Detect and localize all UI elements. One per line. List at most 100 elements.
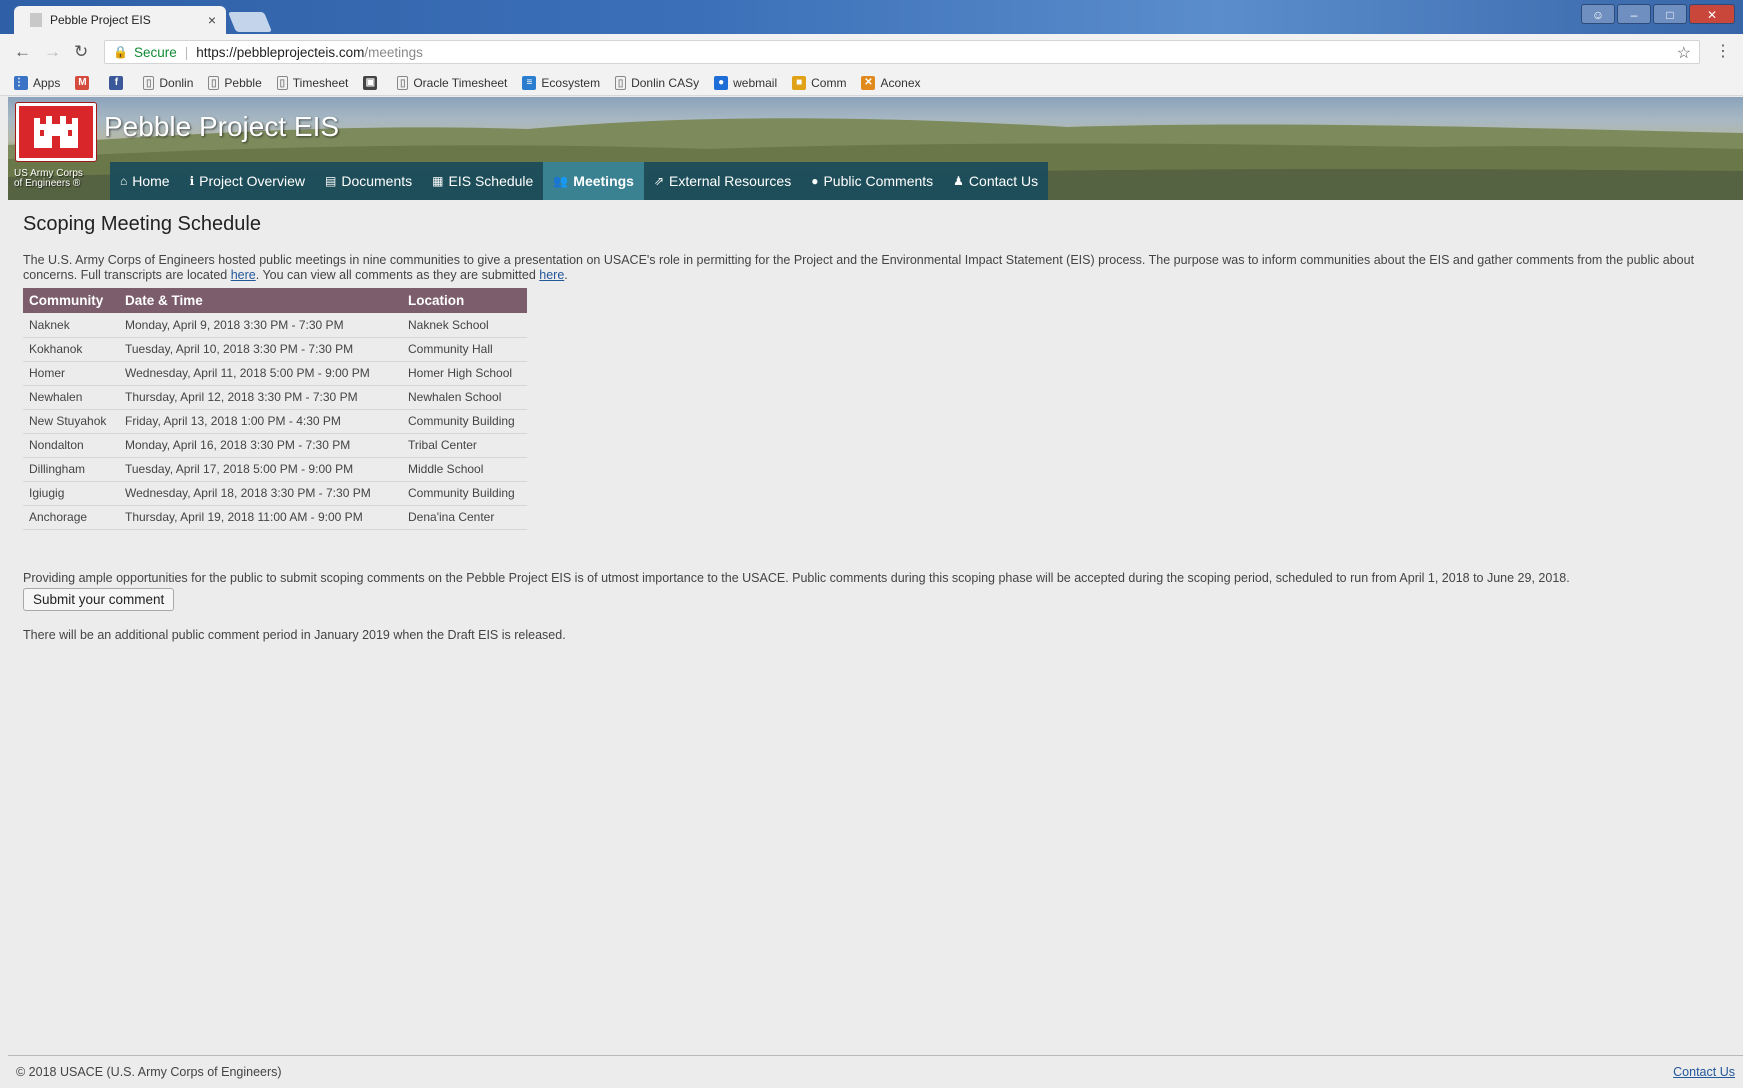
date-time-cell: Tuesday, April 17, 2018 5:00 PM - 9:00 P… — [119, 457, 402, 482]
intro-text-b: . You can view all comments as they are … — [255, 268, 540, 282]
table-row: Anchorage Thursday, April 19, 2018 11:00 … — [23, 505, 527, 530]
location-cell: Tribal Center — [402, 433, 527, 458]
address-bar[interactable]: 🔒 Secure | https://pebbleprojecteis.com /… — [104, 40, 1700, 64]
footer-contact-link[interactable]: Contact Us — [1673, 1065, 1735, 1079]
bookmark-label: webmail — [733, 75, 778, 90]
intro-paragraph: The U.S. Army Corps of Engineers hosted … — [23, 253, 1723, 283]
bookmark-item[interactable]: ▯ Timesheet — [276, 75, 349, 90]
secure-label: Secure — [133, 44, 177, 60]
table-row: Kokhanok Tuesday, April 10, 2018 3:30 PM … — [23, 337, 527, 362]
nav-item-project-overview[interactable]: ℹ Project Overview — [180, 162, 315, 200]
bookmark-label: Pebble — [224, 75, 262, 90]
bookmark-item[interactable]: ▯ Pebble — [208, 75, 262, 90]
bookmark-item[interactable]: ■ Comm — [792, 75, 846, 90]
column-header-date-time: Date & Time — [119, 288, 402, 313]
transcripts-link[interactable]: here — [231, 268, 256, 282]
community-cell: Igiugig — [23, 481, 119, 506]
browser-toolbar: ← → ↻ 🔒 Secure | https://pebbleprojectei… — [0, 34, 1743, 70]
facebook-icon: f — [109, 75, 124, 90]
nav-item-home[interactable]: ⌂ Home — [110, 162, 180, 200]
window-user-icon[interactable]: ☺ — [1581, 4, 1615, 24]
browser-tabstrip: Pebble Project EIS × ☺ – □ ✕ — [0, 0, 1743, 34]
lock-icon: 🔒 — [113, 45, 128, 59]
new-tab-button[interactable] — [227, 12, 273, 32]
comment-icon: ● — [811, 174, 819, 188]
nav-item-public-comments[interactable]: ● Public Comments — [801, 162, 943, 200]
nav-item-label: Documents — [341, 173, 413, 189]
location-cell: Homer High School — [402, 361, 527, 386]
table-row: New Stuyahok Friday, April 13, 2018 1:00 … — [23, 409, 527, 434]
comments-link[interactable]: here — [539, 268, 564, 282]
bookmark-item[interactable]: ▯ Donlin — [143, 75, 194, 90]
column-header-location: Location — [402, 288, 527, 313]
nav-item-label: External Resources — [669, 173, 792, 189]
community-cell: Naknek — [23, 313, 119, 338]
page-icon: ▯ — [615, 75, 627, 90]
bookmark-item[interactable]: ✕ Aconex — [861, 75, 921, 90]
reload-icon[interactable]: ↻ — [74, 42, 88, 62]
window-close-icon[interactable]: ✕ — [1689, 4, 1735, 24]
bookmark-item[interactable]: ≡ Ecosystem — [522, 75, 600, 90]
site-header: Pebble Project EIS US Army Corps of Engi… — [8, 97, 1743, 200]
browser-menu-icon[interactable]: ⋮ — [1715, 41, 1731, 61]
info-icon: ℹ — [189, 174, 195, 188]
calendar-icon: ▦ — [432, 174, 444, 188]
bookmark-star-icon[interactable]: ☆ — [1677, 43, 1691, 63]
bookmark-label: Donlin — [159, 75, 194, 90]
community-cell: Anchorage — [23, 505, 119, 530]
page-footer: © 2018 USACE (U.S. Army Corps of Enginee… — [8, 1055, 1743, 1088]
community-cell: Dillingham — [23, 457, 119, 482]
meeting-schedule-table: Community Date & Time Location Naknek Mon… — [23, 288, 527, 530]
tab-close-icon[interactable]: × — [208, 12, 216, 28]
location-cell: Middle School — [402, 457, 527, 482]
table-row: Igiugig Wednesday, April 18, 2018 3:30 PM… — [23, 481, 527, 506]
nav-item-meetings[interactable]: 👥 Meetings — [543, 162, 644, 200]
corps-line-2: of Engineers ® — [14, 178, 81, 189]
nav-item-documents[interactable]: ▤ Documents — [315, 162, 422, 200]
bookmark-label: Oracle Timesheet — [413, 75, 508, 90]
url-separator: | — [184, 44, 189, 60]
nav-item-eis-schedule[interactable]: ▦ EIS Schedule — [422, 162, 543, 200]
bookmark-item[interactable]: ● webmail — [714, 75, 778, 90]
bookmark-label: Timesheet — [292, 75, 349, 90]
location-cell: Naknek School — [402, 313, 527, 338]
external-link-icon: ⇗ — [653, 174, 665, 188]
page-icon: ▯ — [397, 75, 409, 90]
window-minimize-icon[interactable]: – — [1617, 4, 1651, 24]
submit-comment-button[interactable]: Submit your comment — [23, 587, 175, 611]
date-time-cell: Friday, April 13, 2018 1:00 PM - 4:30 PM — [119, 409, 402, 434]
bookmark-item[interactable]: ⋮⋮ Apps — [14, 75, 60, 90]
window-maximize-icon[interactable]: □ — [1653, 4, 1687, 24]
group-icon: 👥 — [553, 174, 569, 188]
bookmark-label: Donlin CASy — [631, 75, 700, 90]
site-title[interactable]: Pebble Project EIS — [104, 111, 339, 143]
forward-arrow-icon[interactable]: → — [44, 42, 61, 62]
url-path: /meetings — [364, 44, 423, 60]
apps-grid-icon: ⋮⋮ — [14, 75, 34, 90]
nav-item-external-resources[interactable]: ⇗ External Resources — [644, 162, 801, 200]
bookmark-item[interactable]: f — [109, 75, 128, 90]
nav-item-label: Meetings — [573, 173, 634, 189]
date-time-cell: Thursday, April 12, 2018 3:30 PM - 7:30 … — [119, 385, 402, 410]
community-cell: Homer — [23, 361, 119, 386]
bookmark-item[interactable]: ▯ Oracle Timesheet — [397, 75, 508, 90]
app-icon: ▣ — [363, 75, 378, 90]
date-time-cell: Thursday, April 19, 2018 11:00 AM - 9:00… — [119, 505, 402, 530]
bookmark-item[interactable]: ▯ Donlin CASy — [615, 75, 700, 90]
usace-logo[interactable] — [16, 103, 96, 161]
browser-tab[interactable]: Pebble Project EIS × — [14, 6, 226, 34]
bookmark-item[interactable]: ▣ — [363, 75, 382, 90]
bookmark-item[interactable]: M — [75, 75, 94, 90]
back-arrow-icon[interactable]: ← — [14, 42, 31, 62]
usace-wordmark: US Army Corps of Engineers ® — [14, 169, 83, 189]
nav-item-contact-us[interactable]: ♟ Contact Us — [943, 162, 1048, 200]
table-row: Homer Wednesday, April 11, 2018 5:00 PM -… — [23, 361, 527, 386]
main-content: Scoping Meeting Schedule The U.S. Army C… — [23, 213, 1723, 642]
community-cell: Kokhanok — [23, 337, 119, 362]
table-row: Naknek Monday, April 9, 2018 3:30 PM - 7:… — [23, 313, 527, 338]
community-cell: Newhalen — [23, 385, 119, 410]
aconex-icon: ✕ — [861, 75, 876, 90]
date-time-cell: Wednesday, April 11, 2018 5:00 PM - 9:00… — [119, 361, 402, 386]
webmail-icon: ● — [714, 75, 729, 90]
home-icon: ⌂ — [120, 174, 128, 188]
